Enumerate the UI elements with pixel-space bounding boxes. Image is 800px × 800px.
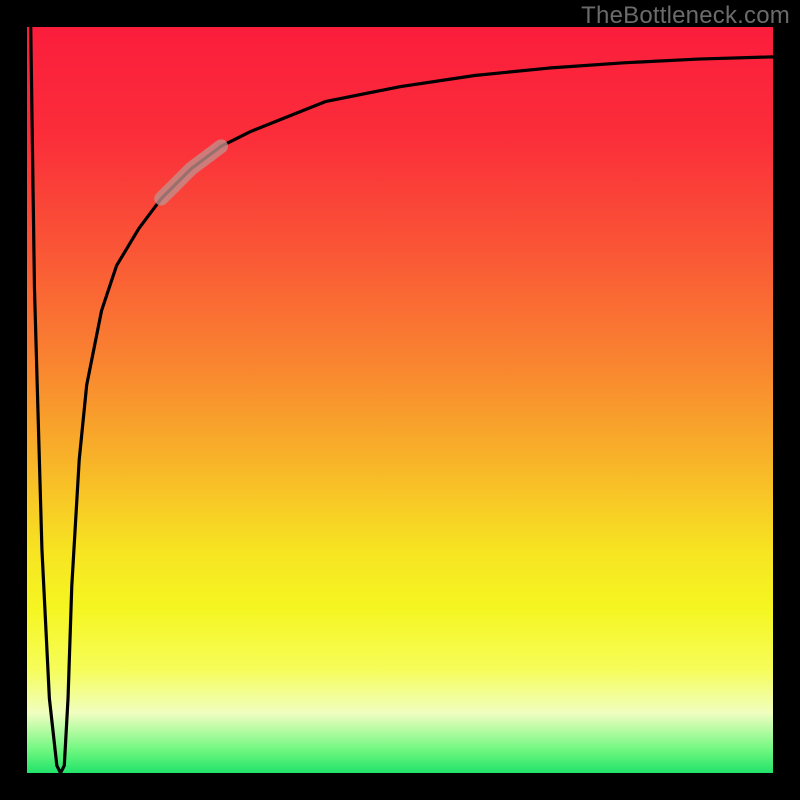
- watermark-text: TheBottleneck.com: [581, 2, 790, 30]
- chart-container: TheBottleneck.com: [0, 0, 800, 800]
- chart-svg: [0, 0, 800, 800]
- plot-background: [27, 27, 773, 773]
